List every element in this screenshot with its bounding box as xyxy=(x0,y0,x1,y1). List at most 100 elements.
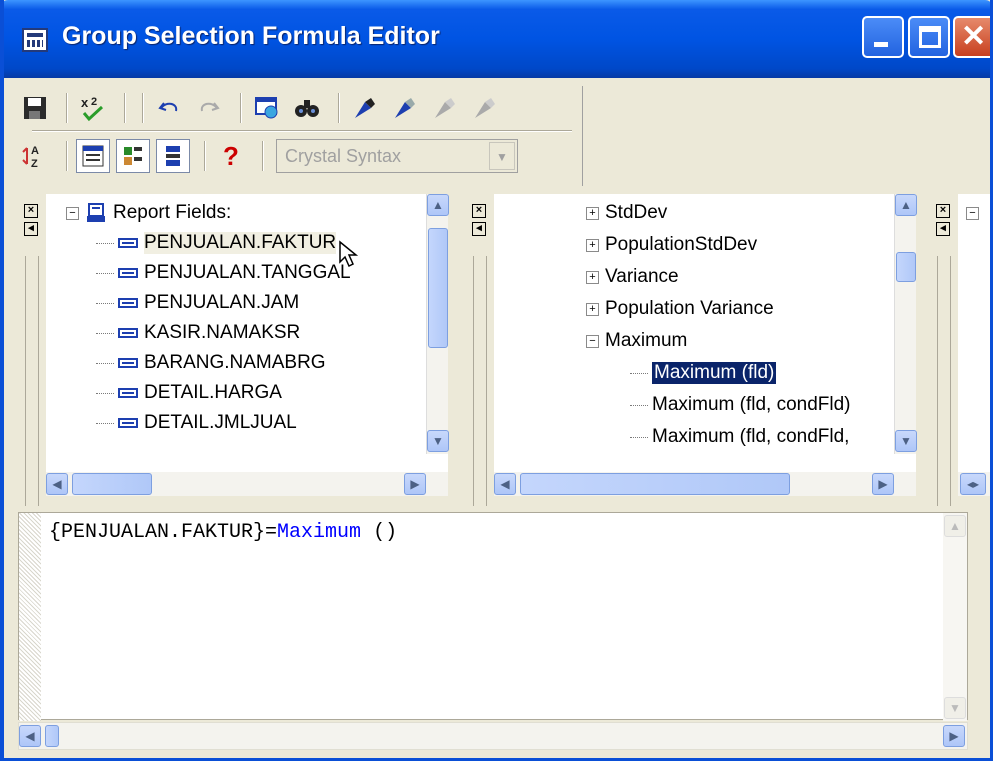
tree-item[interactable]: PENJUALAN.JAM xyxy=(96,288,299,318)
formula-text-area[interactable]: {PENJUALAN.FAKTUR}=Maximum () ▲ ▼ xyxy=(18,512,968,721)
fields-tree: − Report Fields: PENJUALAN.FAKTUR PENJUA… xyxy=(46,194,426,452)
editor-horizontal-scrollbar[interactable]: ◀ ▶ xyxy=(18,722,968,750)
tree-item[interactable]: PENJUALAN.TANGGAL xyxy=(96,258,351,288)
operator-tree-icon[interactable] xyxy=(156,139,190,173)
tree-item[interactable]: DETAIL.JMLJUAL xyxy=(96,408,297,438)
next-bookmark-icon[interactable] xyxy=(388,91,422,125)
close-icon[interactable]: × xyxy=(24,204,38,218)
formula-editor-window: Group Selection Formula Editor ✕ x2 A Z … xyxy=(0,0,993,761)
scroll-thumb[interactable] xyxy=(428,228,448,348)
scroll-right-icon[interactable]: ▶ xyxy=(872,473,894,495)
chevron-down-icon[interactable]: ▼ xyxy=(489,142,515,170)
minimize-button[interactable] xyxy=(862,16,904,58)
maximize-button[interactable] xyxy=(908,16,950,58)
undo-icon[interactable] xyxy=(152,91,186,125)
syntax-combo[interactable]: Crystal Syntax ▼ xyxy=(276,139,518,173)
scroll-left-right-icon[interactable]: ◂▸ xyxy=(960,473,986,495)
pane-splitter[interactable] xyxy=(920,194,928,496)
fields-horizontal-scrollbar[interactable]: ◀ ▶ xyxy=(46,472,448,496)
scroll-right-icon[interactable]: ▶ xyxy=(404,473,426,495)
expand-icon[interactable]: + xyxy=(586,302,599,316)
tree-root-report-fields[interactable]: − Report Fields: xyxy=(66,198,231,228)
tree-item[interactable]: PENJUALAN.FAKTUR xyxy=(96,228,337,258)
save-icon[interactable] xyxy=(18,91,52,125)
scroll-left-icon[interactable]: ◀ xyxy=(46,473,68,495)
functions-vertical-scrollbar[interactable]: ▲ ▼ xyxy=(894,194,917,454)
formula-code[interactable]: {PENJUALAN.FAKTUR}=Maximum () xyxy=(49,521,397,544)
tree-item[interactable]: DETAIL.HARGA xyxy=(96,378,282,408)
operators-horizontal-scrollbar[interactable]: ◂▸ xyxy=(958,472,990,496)
field-label: DETAIL.JMLJUAL xyxy=(144,412,297,433)
title-bar[interactable]: Group Selection Formula Editor ✕ xyxy=(4,0,990,78)
code-args: () xyxy=(361,521,398,544)
scroll-thumb[interactable] xyxy=(45,725,59,747)
close-icon[interactable]: × xyxy=(936,204,950,218)
code-field-ref: {PENJUALAN.FAKTUR}= xyxy=(49,521,278,544)
functions-tree: + StdDev + PopulationStdDev + Variance + Pop… xyxy=(494,194,894,452)
fields-vertical-scrollbar[interactable]: ▲ ▼ xyxy=(426,194,449,454)
tree-item[interactable]: − xyxy=(966,198,985,228)
tree-item[interactable]: + Population Variance xyxy=(586,294,774,324)
expand-icon[interactable]: + xyxy=(586,270,599,284)
field-label: PENJUALAN.FAKTUR xyxy=(144,232,337,254)
redo-icon[interactable] xyxy=(192,91,226,125)
scroll-down-icon[interactable]: ▼ xyxy=(427,430,449,452)
tree-connector xyxy=(630,436,648,438)
clear-bookmarks-icon[interactable] xyxy=(468,91,502,125)
functions-horizontal-scrollbar[interactable]: ◀ ▶ xyxy=(494,472,916,496)
close-icon: ✕ xyxy=(961,20,987,53)
expand-icon[interactable]: + xyxy=(586,238,599,252)
pane-splitter[interactable] xyxy=(452,194,460,496)
scroll-thumb[interactable] xyxy=(520,473,790,495)
collapse-icon[interactable]: ◂ xyxy=(936,222,950,236)
scroll-up-icon[interactable]: ▲ xyxy=(944,515,966,537)
collapse-icon[interactable]: ◂ xyxy=(472,222,486,236)
field-tree-icon[interactable] xyxy=(76,139,110,173)
find-icon[interactable] xyxy=(290,91,324,125)
close-button[interactable]: ✕ xyxy=(953,16,990,58)
function-tree-icon[interactable] xyxy=(116,139,150,173)
tree-item[interactable]: − Maximum xyxy=(586,326,687,356)
scroll-right-icon[interactable]: ▶ xyxy=(943,725,965,747)
function-label: Maximum (fld, condFld) xyxy=(652,394,851,415)
scroll-down-icon[interactable]: ▼ xyxy=(895,430,917,452)
tree-connector xyxy=(96,332,114,334)
scroll-thumb[interactable] xyxy=(896,252,916,282)
tree-item[interactable]: + StdDev xyxy=(586,198,667,228)
collapse-icon[interactable]: ◂ xyxy=(24,222,38,236)
tree-item[interactable]: Maximum (fld, condFld) xyxy=(630,390,851,420)
tree-item[interactable]: Maximum (fld) xyxy=(630,358,777,388)
collapse-icon[interactable]: − xyxy=(66,206,79,220)
check-syntax-icon[interactable]: x2 xyxy=(76,91,110,125)
scroll-down-icon[interactable]: ▼ xyxy=(944,697,966,719)
tree-item[interactable]: BARANG.NAMABRG xyxy=(96,348,326,378)
editor-vertical-scrollbar[interactable]: ▲ ▼ xyxy=(943,513,967,721)
tree-panes: × ◂ − Report Fields: PENJUALAN.FAKTUR PE… xyxy=(4,188,990,506)
scroll-up-icon[interactable]: ▲ xyxy=(427,194,449,216)
scroll-left-icon[interactable]: ◀ xyxy=(494,473,516,495)
tree-item[interactable]: KASIR.NAMAKSR xyxy=(96,318,300,348)
browse-data-icon[interactable] xyxy=(250,91,284,125)
tree-item[interactable]: + Variance xyxy=(586,262,679,292)
scroll-thumb[interactable] xyxy=(72,473,152,495)
collapse-icon[interactable]: − xyxy=(586,334,599,348)
close-icon[interactable]: × xyxy=(472,204,486,218)
scroll-up-icon[interactable]: ▲ xyxy=(895,194,917,216)
sidebar-grip[interactable] xyxy=(25,256,39,506)
sidebar-grip[interactable] xyxy=(937,256,951,506)
bookmark-icon[interactable] xyxy=(348,91,382,125)
expand-icon[interactable]: + xyxy=(586,206,599,220)
sort-az-icon[interactable]: AZ xyxy=(18,139,52,173)
app-icon xyxy=(22,28,48,52)
scroll-left-icon[interactable]: ◀ xyxy=(19,725,41,747)
collapse-icon[interactable]: − xyxy=(966,206,979,220)
tree-item[interactable]: + PopulationStdDev xyxy=(586,230,757,260)
toolbar-row-2: AZ ? Crystal Syntax ▼ xyxy=(18,134,518,178)
prev-bookmark-icon[interactable] xyxy=(428,91,462,125)
tree-item[interactable]: Maximum (fld, condFld, xyxy=(630,422,849,452)
operators-tree-pane: − ◂▸ xyxy=(958,194,990,496)
help-icon[interactable]: ? xyxy=(214,139,248,173)
toolbar-separator xyxy=(142,93,144,123)
functions-tree-pane: + StdDev + PopulationStdDev + Variance + Pop… xyxy=(494,194,917,496)
sidebar-grip[interactable] xyxy=(473,256,487,506)
